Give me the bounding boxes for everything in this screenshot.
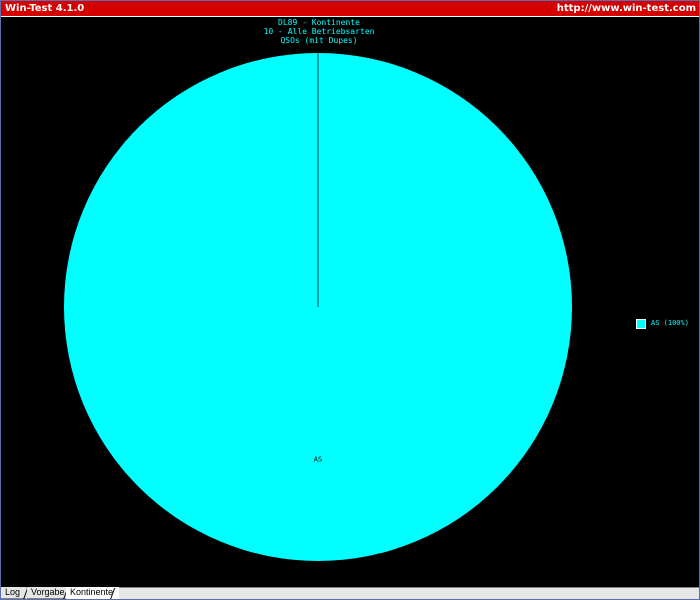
tab-bar: Log Vorgabe Kontinente	[1, 587, 699, 599]
website-url: http://www.win-test.com	[556, 3, 696, 14]
tab-log[interactable]: Log	[1, 587, 27, 599]
legend-swatch-as	[636, 319, 646, 329]
chart-area: DL89 - Kontinente 10 - Alle Betriebsarte…	[1, 17, 699, 586]
legend-entry-as: AS (100%)	[651, 319, 689, 327]
title-bar[interactable]: Win-Test 4.1.0 http://www.win-test.com	[1, 1, 699, 17]
slice-label-as: AS	[314, 455, 322, 463]
pie-chart: AS	[64, 53, 572, 561]
app-window: Win-Test 4.1.0 http://www.win-test.com D…	[0, 0, 700, 600]
window-title: Win-Test 4.1.0	[5, 3, 85, 14]
